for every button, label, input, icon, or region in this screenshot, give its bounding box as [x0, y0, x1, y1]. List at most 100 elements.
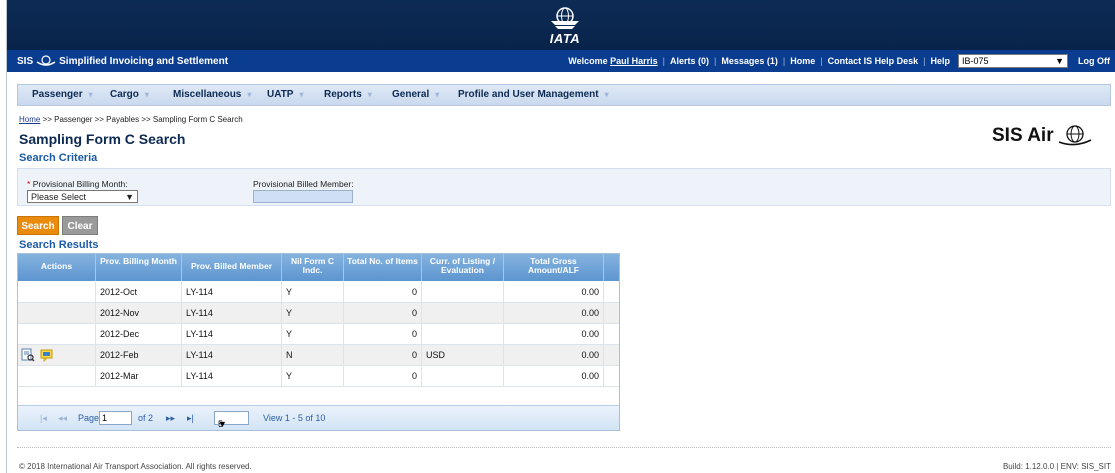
- nil-form-c-cell: Y: [282, 282, 344, 303]
- chevron-down-icon: ▾: [88, 90, 93, 99]
- actions-cell: [18, 282, 96, 303]
- member-select[interactable]: IB-075 ▼: [958, 54, 1068, 68]
- billed-member-cell: LY-114: [182, 366, 282, 387]
- top-banner: IATA: [7, 0, 1115, 50]
- billing-month-select[interactable]: Please Select ▼: [27, 190, 138, 203]
- alerts-link[interactable]: Alerts (0): [670, 56, 709, 66]
- billing-month-select-value: Please Select: [31, 191, 87, 202]
- sis-bar: SIS Simplified Invoicing and Settlement …: [7, 50, 1115, 72]
- currency-cell: [422, 324, 504, 345]
- table-row[interactable]: 2012-Dec LY-114 Y 0 0.00: [18, 324, 619, 345]
- page-count-label: of 2: [138, 413, 154, 423]
- total-items-cell: 0: [344, 303, 422, 324]
- billing-month-cell: 2012-Feb: [96, 345, 182, 366]
- clear-button[interactable]: Clear: [62, 216, 98, 235]
- app-frame: IATA SIS Simplified Invoicing and Settle…: [6, 0, 1115, 473]
- page-label: Page: [78, 413, 100, 423]
- last-page-icon[interactable]: ▸|: [187, 413, 194, 424]
- view-range-label: View 1 - 5 of 10: [263, 413, 326, 423]
- billing-month-cell: 2012-Dec: [96, 324, 182, 345]
- menu-miscellaneous[interactable]: Miscellaneous ▾: [163, 85, 251, 105]
- home-link[interactable]: Home: [790, 56, 815, 66]
- gross-amount-cell: 0.00: [504, 324, 604, 345]
- actions-cell: [18, 303, 96, 324]
- search-results-title: Search Results: [19, 239, 99, 251]
- search-button[interactable]: Search: [17, 216, 59, 235]
- first-page-icon[interactable]: |◂: [40, 413, 47, 424]
- table-row[interactable]: 2012-Nov LY-114 Y 0 0.00: [18, 303, 619, 324]
- menu-profile-user-management[interactable]: Profile and User Management ▾: [448, 85, 609, 105]
- currency-cell: [422, 303, 504, 324]
- brand-text: SIS Air: [992, 125, 1054, 146]
- billing-month-label: * Provisional Billing Month:: [27, 179, 128, 189]
- chevron-down-icon: ▼: [1055, 56, 1064, 66]
- main-menu: Passenger ▾ Cargo ▾ Miscellaneous ▾ UATP ▾ R…: [17, 84, 1111, 106]
- chevron-down-icon: ▼: [125, 191, 134, 202]
- messages-link[interactable]: Messages (1): [721, 56, 778, 66]
- copyright-text: © 2018 International Air Transport Assoc…: [19, 462, 252, 471]
- next-page-icon[interactable]: ▸▸: [166, 413, 175, 424]
- welcome-label: Welcome: [568, 56, 608, 66]
- chevron-down-icon: ▾: [604, 90, 609, 99]
- nil-form-c-cell: Y: [282, 366, 344, 387]
- table-row[interactable]: 2012-Mar LY-114 Y 0 0.00: [18, 366, 619, 387]
- billing-month-cell: 2012-Oct: [96, 282, 182, 303]
- user-link[interactable]: Paul Harris: [610, 56, 658, 66]
- column-header[interactable]: Total Gross Amount/ALF: [504, 254, 604, 281]
- breadcrumb: Home >> Passenger >> Payables >> Samplin…: [19, 115, 243, 124]
- contact-help-desk-link[interactable]: Contact IS Help Desk: [828, 56, 919, 66]
- menu-cargo[interactable]: Cargo ▾: [100, 85, 149, 105]
- prev-page-icon[interactable]: ◂◂: [58, 413, 67, 424]
- results-grid: Actions Prov. Billing Month Prov. Billed…: [17, 253, 620, 431]
- billed-member-cell: LY-114: [182, 324, 282, 345]
- sis-logo-icon: [36, 55, 56, 66]
- table-row[interactable]: 2012-Feb LY-114 N 0 USD 0.00: [18, 345, 619, 366]
- menu-passenger[interactable]: Passenger ▾: [22, 85, 93, 105]
- currency-cell: USD: [422, 345, 504, 366]
- menu-reports[interactable]: Reports ▾: [314, 85, 372, 105]
- page-number-input[interactable]: 1: [99, 411, 132, 425]
- grid-pager: |◂ ◂◂ Page 1 of 2 ▸▸ ▸| 5 ▼ View 1 - 5 o…: [18, 405, 619, 430]
- chevron-down-icon: ▼: [218, 419, 227, 429]
- view-details-icon[interactable]: [21, 348, 35, 362]
- billing-month-cell: 2012-Mar: [96, 366, 182, 387]
- column-header[interactable]: Curr. of Listing / Evaluation: [422, 254, 504, 281]
- column-header[interactable]: Total No. of Items: [344, 254, 422, 281]
- chevron-down-icon: ▾: [435, 90, 440, 99]
- footer-divider: [17, 447, 1111, 448]
- search-criteria-panel: * Provisional Billing Month: Please Sele…: [17, 168, 1111, 206]
- billed-member-input[interactable]: [253, 190, 353, 203]
- sis-logo-text: SIS: [17, 55, 34, 67]
- breadcrumb-home-link[interactable]: Home: [19, 115, 40, 124]
- actions-cell: [18, 324, 96, 345]
- grid-header: Actions Prov. Billing Month Prov. Billed…: [18, 254, 619, 281]
- help-link[interactable]: Help: [930, 56, 950, 66]
- gross-amount-cell: 0.00: [504, 303, 604, 324]
- globe-icon: [551, 7, 579, 29]
- billed-member-cell: LY-114: [182, 345, 282, 366]
- app-title: SIS Simplified Invoicing and Settlement: [17, 55, 228, 67]
- globe-plane-icon: [1058, 125, 1091, 146]
- page-title: Sampling Form C Search: [19, 131, 186, 147]
- column-header[interactable]: Actions: [18, 254, 96, 281]
- nil-form-c-cell: N: [282, 345, 344, 366]
- sis-air-logo: SIS Air: [992, 124, 1093, 148]
- menu-general[interactable]: General ▾: [382, 85, 439, 105]
- build-info: Build: 1.12.0.0 | ENV: SIS_SIT: [1002, 462, 1111, 471]
- member-select-value: IB-075: [962, 56, 989, 66]
- chevron-down-icon: ▾: [367, 90, 372, 99]
- page-size-select[interactable]: 5 ▼: [214, 411, 249, 429]
- logoff-link[interactable]: Log Off: [1078, 56, 1110, 66]
- breadcrumb-path: >> Passenger >> Payables >> Sampling For…: [42, 115, 243, 124]
- table-row[interactable]: 2012-Oct LY-114 Y 0 0.00: [18, 282, 619, 303]
- total-items-cell: 0: [344, 282, 422, 303]
- column-header[interactable]: Prov. Billing Month: [96, 254, 182, 281]
- chevron-down-icon: ▾: [144, 90, 149, 99]
- menu-uatp[interactable]: UATP ▾: [257, 85, 304, 105]
- chevron-down-icon: ▾: [247, 90, 252, 99]
- iata-logo: IATA: [535, 4, 595, 46]
- column-header[interactable]: Prov. Billed Member: [182, 254, 282, 281]
- column-header[interactable]: Nil Form C Indc.: [282, 254, 344, 281]
- edit-comment-icon[interactable]: [40, 348, 54, 362]
- user-toolbar: Welcome Paul Harris | Alerts (0) | Messa…: [568, 54, 1110, 68]
